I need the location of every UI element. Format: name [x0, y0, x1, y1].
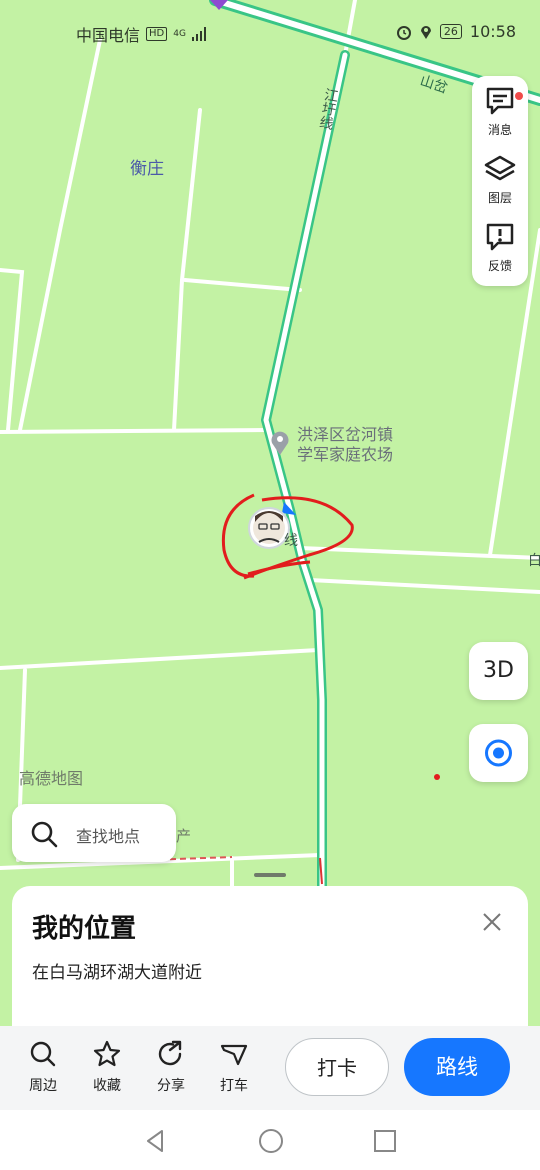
locate-me-button[interactable] [469, 724, 528, 782]
location-title: 我的位置 [32, 914, 137, 944]
locate-icon [485, 739, 512, 767]
status-left: 中国电信 HD 4G [76, 22, 208, 46]
bottom-toolbar: 周边 收藏 分享 打车 打卡 路线 [0, 1026, 540, 1110]
alarm-icon [396, 25, 411, 40]
close-icon[interactable] [480, 910, 504, 934]
search-box[interactable]: 查找地点 [12, 804, 176, 862]
share-icon [158, 1040, 182, 1066]
taxi-icon [220, 1044, 248, 1066]
map-watermark: 高德地图 [19, 769, 84, 788]
recents-icon[interactable] [370, 1126, 400, 1156]
location-status-icon [420, 25, 431, 39]
map-side-panel: 消息 图层 反馈 [472, 76, 528, 286]
nearby-label: 周边 [29, 1078, 57, 1094]
search-icon [30, 1041, 56, 1067]
favorites-button[interactable]: 收藏 [82, 1040, 132, 1095]
layers-label: 图层 [487, 191, 512, 205]
search-placeholder: 查找地点 [76, 827, 141, 846]
poi-label-line1: 洪泽区岔河镇 [297, 425, 394, 444]
share-label: 分享 [157, 1078, 185, 1094]
carrier-label: 中国电信 [76, 26, 141, 45]
star-icon [93, 1040, 121, 1067]
clock: 10:58 [469, 22, 516, 41]
unread-dot [515, 92, 523, 100]
status-right: 26 10:58 [396, 22, 516, 41]
nearby-button[interactable]: 周边 [18, 1040, 68, 1095]
share-button[interactable]: 分享 [146, 1040, 196, 1095]
layers-button[interactable]: 图层 [472, 154, 528, 206]
network-type: 4G [173, 28, 186, 39]
feedback-icon [486, 223, 514, 251]
poi-pin-icon[interactable] [270, 430, 290, 456]
route-button[interactable]: 路线 [404, 1038, 510, 1096]
status-bar: 中国电信 HD 4G 26 10:58 [0, 0, 540, 66]
road-label-right: 白 [528, 553, 540, 569]
system-nav-bar [0, 1110, 540, 1170]
taxi-label: 打车 [220, 1078, 248, 1094]
location-subtitle: 在白马湖环湖大道附近 [32, 963, 202, 983]
hd-badge: HD [146, 27, 168, 41]
signal-icon [191, 27, 206, 41]
drawer-handle[interactable] [254, 873, 286, 877]
back-icon[interactable] [140, 1126, 170, 1156]
favorites-label: 收藏 [93, 1078, 121, 1094]
taxi-button[interactable]: 打车 [209, 1040, 259, 1095]
home-icon[interactable] [256, 1126, 286, 1156]
messages-button[interactable]: 消息 [472, 86, 528, 138]
map-partial-label: 产 [176, 827, 192, 845]
feedback-button[interactable]: 反馈 [472, 222, 528, 274]
battery-level: 26 [439, 24, 462, 39]
feedback-label: 反馈 [487, 259, 512, 273]
poi-label[interactable]: 洪泽区岔河镇 学军家庭农场 [297, 425, 393, 465]
heading-arrow-icon [282, 502, 296, 515]
messages-label: 消息 [487, 123, 512, 137]
search-icon [31, 821, 58, 848]
3d-toggle-button[interactable]: 3D [469, 642, 528, 700]
place-label: 衡庄 [130, 159, 164, 179]
checkin-button[interactable]: 打卡 [285, 1038, 389, 1096]
message-icon [486, 87, 514, 115]
layers-icon [484, 155, 516, 181]
poi-label-line2: 学军家庭农场 [297, 445, 394, 464]
location-card: 我的位置 在白马湖环湖大道附近 [12, 886, 528, 1046]
road-label-marker: 线 [284, 533, 298, 549]
